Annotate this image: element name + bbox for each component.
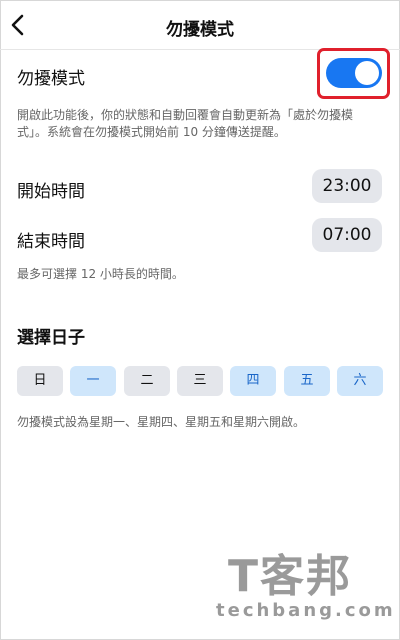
day-tue[interactable]: 二 (124, 366, 170, 396)
days-summary: 勿擾模式設為星期一、星期四、星期五和星期六開啟。 (17, 415, 306, 429)
select-days-title: 選擇日子 (17, 328, 85, 348)
watermark-brand-cn: T客邦 (228, 551, 353, 602)
day-sat[interactable]: 六 (337, 366, 383, 396)
dnd-description-line1: 開啟此功能後，你的狀態和自動回覆會自動更新為「處於勿擾模 (17, 108, 354, 122)
watermark-logo: T客邦 techbang.com (216, 540, 393, 630)
watermark-brand-en: techbang.com (216, 600, 396, 621)
day-wed[interactable]: 三 (177, 366, 223, 396)
day-fri[interactable]: 五 (284, 366, 330, 396)
time-limit-note: 最多可選擇 12 小時長的時間。 (17, 267, 184, 281)
dnd-description-line2: 式」。系統會在勿擾模式開始前 10 分鐘傳送提醒。 (17, 125, 286, 139)
dnd-toggle[interactable] (326, 58, 382, 88)
toggle-knob (355, 61, 379, 85)
day-selector: 日 一 二 三 四 五 六 (17, 366, 383, 396)
end-time-label: 結束時間 (17, 232, 85, 252)
page-title: 勿擾模式 (166, 20, 234, 40)
dnd-label: 勿擾模式 (17, 69, 85, 89)
day-mon[interactable]: 一 (70, 366, 116, 396)
day-sun[interactable]: 日 (17, 366, 63, 396)
day-thu[interactable]: 四 (230, 366, 276, 396)
dnd-description: 開啟此功能後，你的狀態和自動回覆會自動更新為「處於勿擾模 式」。系統會在勿擾模式… (17, 107, 387, 141)
top-bar: 勿擾模式 (0, 0, 400, 50)
start-time-button[interactable]: 23:00 (312, 169, 382, 203)
start-time-label: 開始時間 (17, 182, 85, 202)
end-time-button[interactable]: 07:00 (312, 218, 382, 252)
